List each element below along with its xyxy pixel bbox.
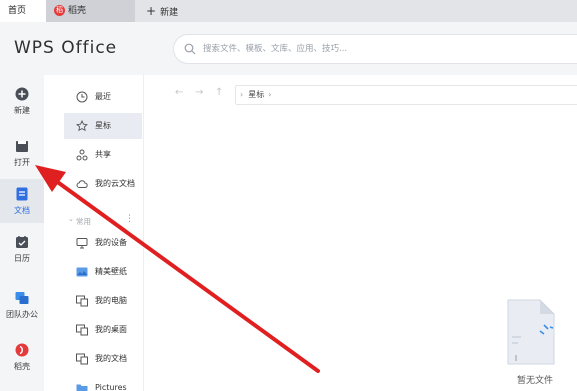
forward-icon[interactable]: →: [195, 87, 203, 98]
nav-panel: 最近 星标 共享 我的云文档 ⌄ 常用 ⋮ 我的设备 精美壁纸 我的电脑 我的桌…: [44, 75, 144, 391]
nav-item-label: 我的文档: [95, 354, 127, 363]
empty-state: 暂无文件: [500, 297, 566, 387]
star-icon: [76, 120, 88, 132]
tab-home-label: 首页: [8, 6, 27, 16]
nav-item-label: 我的桌面: [95, 325, 127, 334]
nav-item-recent[interactable]: 最近: [64, 84, 142, 110]
daoke-logo-icon: [15, 343, 29, 357]
daoke-logo-icon: 稻: [54, 5, 65, 16]
rail-item-calendar[interactable]: 日历: [0, 227, 44, 271]
document-icon: [16, 187, 28, 201]
rail-item-label: 打开: [14, 158, 30, 167]
nav-item-label: 我的设备: [95, 238, 127, 247]
back-icon[interactable]: ←: [175, 87, 183, 98]
rail-item-label: 团队办公: [6, 310, 38, 319]
team-office-icon: [15, 292, 29, 304]
wallpaper-icon: [76, 267, 88, 277]
brand-logo: WPS Office: [14, 38, 118, 58]
tab-daoke-label: 稻壳: [68, 6, 87, 16]
folder-icon: [16, 141, 28, 152]
nav-item-label: 共享: [95, 150, 111, 159]
plus-icon: +: [146, 4, 157, 18]
share-icon: [76, 149, 88, 161]
search-icon: [184, 43, 196, 55]
tab-new-label: 新建: [160, 8, 179, 18]
breadcrumb[interactable]: › 星标 ›: [235, 85, 577, 105]
cloud-icon: [76, 180, 88, 188]
rail-item-label: 文档: [14, 206, 30, 215]
nav-item-my-desktop[interactable]: 我的桌面: [64, 317, 142, 343]
rail-item-team-office[interactable]: 团队办公: [0, 283, 44, 327]
rail-item-label: 稻壳: [14, 362, 30, 371]
nav-item-label: 精美壁纸: [95, 267, 127, 276]
rail-item-open[interactable]: 打开: [0, 131, 44, 175]
nav-item-label: Pictures: [95, 383, 127, 391]
empty-state-label: 暂无文件: [516, 376, 553, 386]
empty-file-icon: [507, 299, 555, 365]
calendar-icon: [16, 236, 28, 248]
tab-new[interactable]: + 新建: [146, 0, 206, 22]
main-content: ← → ↑ › 星标 › 暂无文件: [144, 75, 577, 391]
nav-item-label: 最近: [95, 92, 111, 101]
chevron-down-icon: ⌄: [68, 215, 74, 223]
breadcrumb-chevron-icon: ›: [240, 90, 244, 99]
tab-daoke[interactable]: 稻 稻壳: [46, 0, 135, 22]
nav-section-common[interactable]: ⌄ 常用 ⋮: [68, 214, 140, 229]
nav-item-label: 我的云文档: [95, 179, 135, 188]
up-icon[interactable]: ↑: [215, 87, 223, 98]
my-documents-icon: [76, 353, 88, 365]
rail-item-daoke[interactable]: 稻壳: [0, 335, 44, 379]
search-box[interactable]: [173, 34, 577, 64]
plus-circle-icon: [15, 87, 29, 101]
computer-icon: [76, 295, 88, 307]
breadcrumb-item[interactable]: 星标: [248, 90, 264, 99]
nav-item-cloud-docs[interactable]: 我的云文档: [64, 171, 142, 197]
path-bar: ← → ↑ › 星标 ›: [175, 85, 577, 105]
device-icon: [76, 238, 88, 249]
wps-window: 首页 稻 稻壳 +新建 WPS Office 新建: [0, 0, 577, 391]
nav-item-pictures[interactable]: Pictures: [64, 375, 142, 391]
rail-item-new[interactable]: 新建: [0, 79, 44, 123]
nav-item-my-documents[interactable]: 我的文档: [64, 346, 142, 372]
nav-item-wallpaper[interactable]: 精美壁纸: [64, 259, 142, 285]
more-icon[interactable]: ⋮: [125, 214, 134, 224]
nav-item-label: 我的电脑: [95, 296, 127, 305]
nav-item-label: 星标: [95, 121, 111, 130]
desktop-icon: [76, 324, 88, 336]
tab-bar: 首页 稻 稻壳 + 新建: [0, 0, 577, 22]
nav-item-my-device[interactable]: 我的设备: [64, 230, 142, 256]
clock-icon: [76, 91, 88, 103]
nav-item-my-computer[interactable]: 我的电脑: [64, 288, 142, 314]
header: WPS Office: [0, 22, 577, 75]
nav-item-starred[interactable]: 星标: [64, 113, 142, 139]
rail-item-documents[interactable]: 文档: [0, 179, 44, 223]
tab-home[interactable]: 首页: [0, 0, 46, 22]
nav-section-label: 常用: [76, 217, 91, 226]
search-input[interactable]: [203, 41, 563, 57]
nav-item-shared[interactable]: 共享: [64, 142, 142, 168]
rail-item-label: 新建: [14, 106, 30, 115]
pictures-folder-icon: [76, 384, 88, 391]
breadcrumb-chevron-icon: ›: [268, 90, 272, 99]
rail-item-label: 日历: [14, 254, 30, 263]
left-rail: 新建 打开 文档 日历 团队办公 稻壳: [0, 75, 44, 391]
